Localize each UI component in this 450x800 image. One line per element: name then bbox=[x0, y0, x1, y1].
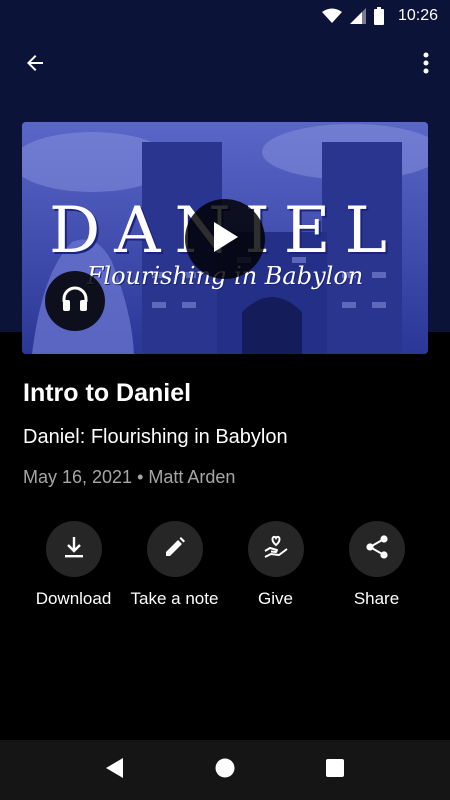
status-time: 10:26 bbox=[397, 7, 438, 24]
battery-icon bbox=[373, 7, 384, 25]
share-action[interactable]: Share bbox=[326, 521, 427, 609]
take-note-action[interactable]: Take a note bbox=[124, 521, 225, 609]
share-button[interactable] bbox=[348, 521, 405, 577]
app-bar bbox=[0, 32, 450, 96]
nav-recents-icon bbox=[325, 758, 345, 783]
more-vert-icon bbox=[423, 52, 429, 79]
nav-back-button[interactable] bbox=[91, 746, 139, 794]
nav-home-button[interactable] bbox=[201, 746, 249, 794]
more-options-button[interactable] bbox=[410, 44, 442, 86]
give-button[interactable] bbox=[247, 521, 304, 577]
signal-icon bbox=[349, 8, 366, 24]
give-action[interactable]: Give bbox=[225, 521, 326, 609]
action-row: Download Take a note Give Share bbox=[23, 521, 427, 609]
pencil-icon bbox=[164, 536, 186, 563]
download-icon bbox=[63, 535, 85, 564]
nav-recents-button[interactable] bbox=[311, 746, 359, 794]
give-label: Give bbox=[258, 589, 293, 608]
listen-audio-button[interactable] bbox=[45, 271, 105, 331]
episode-title: Intro to Daniel bbox=[23, 379, 192, 407]
nav-back-icon bbox=[105, 757, 125, 784]
status-bar: 10:26 bbox=[0, 0, 450, 32]
episode-meta: May 16, 2021 • Matt Arden bbox=[23, 467, 236, 487]
nav-home-icon bbox=[214, 757, 236, 784]
wifi-icon bbox=[321, 8, 342, 24]
give-heart-hand-icon bbox=[263, 534, 289, 565]
series-title: Daniel: Flourishing in Babylon bbox=[23, 426, 288, 448]
play-icon bbox=[210, 220, 240, 259]
take-note-label: Take a note bbox=[130, 589, 219, 608]
share-icon bbox=[365, 534, 389, 565]
system-nav-bar bbox=[0, 740, 450, 800]
back-button[interactable] bbox=[14, 44, 56, 86]
download-button[interactable] bbox=[45, 521, 102, 577]
headphones-icon bbox=[61, 286, 89, 317]
take-note-button[interactable] bbox=[146, 521, 203, 577]
arrow-left-icon bbox=[23, 51, 47, 80]
share-label: Share bbox=[353, 589, 400, 608]
download-action[interactable]: Download bbox=[23, 521, 124, 609]
download-label: Download bbox=[35, 589, 112, 608]
play-button[interactable] bbox=[185, 199, 265, 279]
